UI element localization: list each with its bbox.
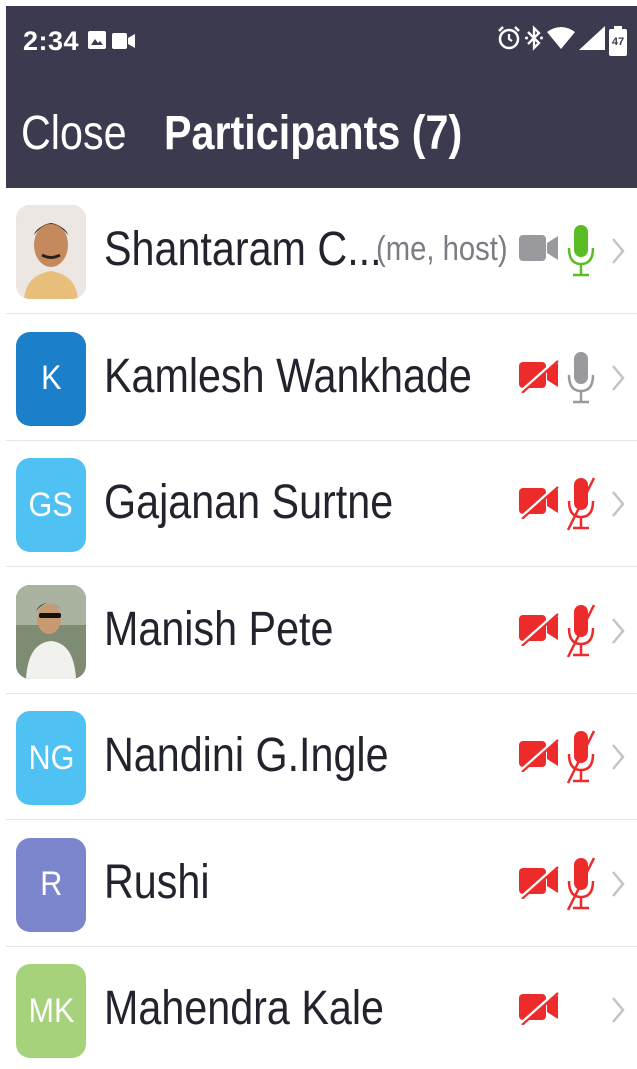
battery-icon: 47	[609, 25, 627, 56]
video-off-icon	[518, 358, 560, 398]
mic-muted-icon	[566, 603, 596, 663]
participant-name: Kamlesh Wankhade	[104, 349, 472, 403]
video-off-icon	[518, 990, 560, 1030]
status-time: 2:34	[23, 26, 80, 56]
status-icons: 47	[497, 25, 627, 56]
chevron-right-icon	[610, 236, 626, 271]
close-button[interactable]: Close	[21, 106, 127, 161]
microphone-icon	[566, 351, 596, 410]
participant-role-tag: (me, host)	[376, 230, 508, 268]
microphone-icon	[566, 224, 596, 283]
video-off-icon	[518, 737, 560, 777]
avatar-initials-text: R	[39, 865, 63, 903]
avatar-initials-text: MK	[28, 991, 74, 1030]
alarm-icon	[497, 25, 521, 56]
participant-name: Nandini G.Ingle	[104, 729, 389, 782]
avatar-initials: MK	[16, 964, 86, 1058]
chevron-right-icon	[610, 616, 626, 651]
mic-muted-icon	[566, 477, 596, 536]
meeting-participants-screen: 2:34 47 Close Participants (7) Shantaram…	[6, 6, 637, 1069]
signal-icon	[579, 26, 605, 55]
chevron-right-icon	[610, 489, 626, 524]
avatar-initials: R	[16, 837, 86, 932]
page-title: Participants (7)	[164, 107, 463, 160]
battery-level: 47	[611, 35, 625, 48]
participant-name: Mahendra Kale	[104, 982, 384, 1035]
video-off-icon	[518, 611, 560, 651]
avatar-initials-text: GS	[28, 485, 74, 524]
avatar-initials: GS	[16, 458, 86, 552]
image-icon	[88, 31, 106, 54]
avatar-photo	[16, 205, 86, 299]
video-off-icon	[518, 864, 560, 904]
avatar-initials-text: K	[40, 359, 62, 397]
participant-row[interactable]: NG Nandini G.Ingle	[6, 694, 637, 820]
participant-row[interactable]: GS Gajanan Surtne	[6, 441, 637, 567]
wifi-icon	[547, 26, 575, 55]
video-off-icon	[518, 484, 560, 524]
chevron-right-icon	[610, 363, 626, 398]
participant-row[interactable]: Manish Pete	[6, 568, 637, 694]
participant-row[interactable]: Shantaram C... (me, host)	[6, 188, 637, 314]
avatar-initials: NG	[16, 711, 86, 805]
avatar-photo	[16, 584, 86, 679]
participant-name: Rushi	[104, 855, 210, 909]
chevron-right-icon	[610, 742, 626, 777]
bluetooth-icon	[525, 25, 543, 56]
mic-muted-icon	[566, 730, 596, 789]
participant-name: Manish Pete	[104, 602, 334, 656]
video-on-icon	[518, 232, 560, 271]
participant-name: Shantaram C...	[104, 223, 382, 276]
header-bar: 2:34 47 Close Participants (7)	[6, 6, 637, 188]
participant-row[interactable]: K Kamlesh Wankhade	[6, 315, 637, 441]
participant-row[interactable]: R Rushi	[6, 821, 637, 947]
chevron-right-icon	[610, 995, 626, 1030]
chevron-right-icon	[610, 869, 626, 904]
avatar-initials-text: NG	[28, 738, 74, 777]
participant-row[interactable]: MK Mahendra Kale	[6, 947, 637, 1069]
avatar-initials: K	[16, 331, 86, 426]
video-icon	[112, 33, 136, 54]
mic-muted-icon	[566, 856, 596, 916]
participant-name: Gajanan Surtne	[104, 476, 394, 529]
